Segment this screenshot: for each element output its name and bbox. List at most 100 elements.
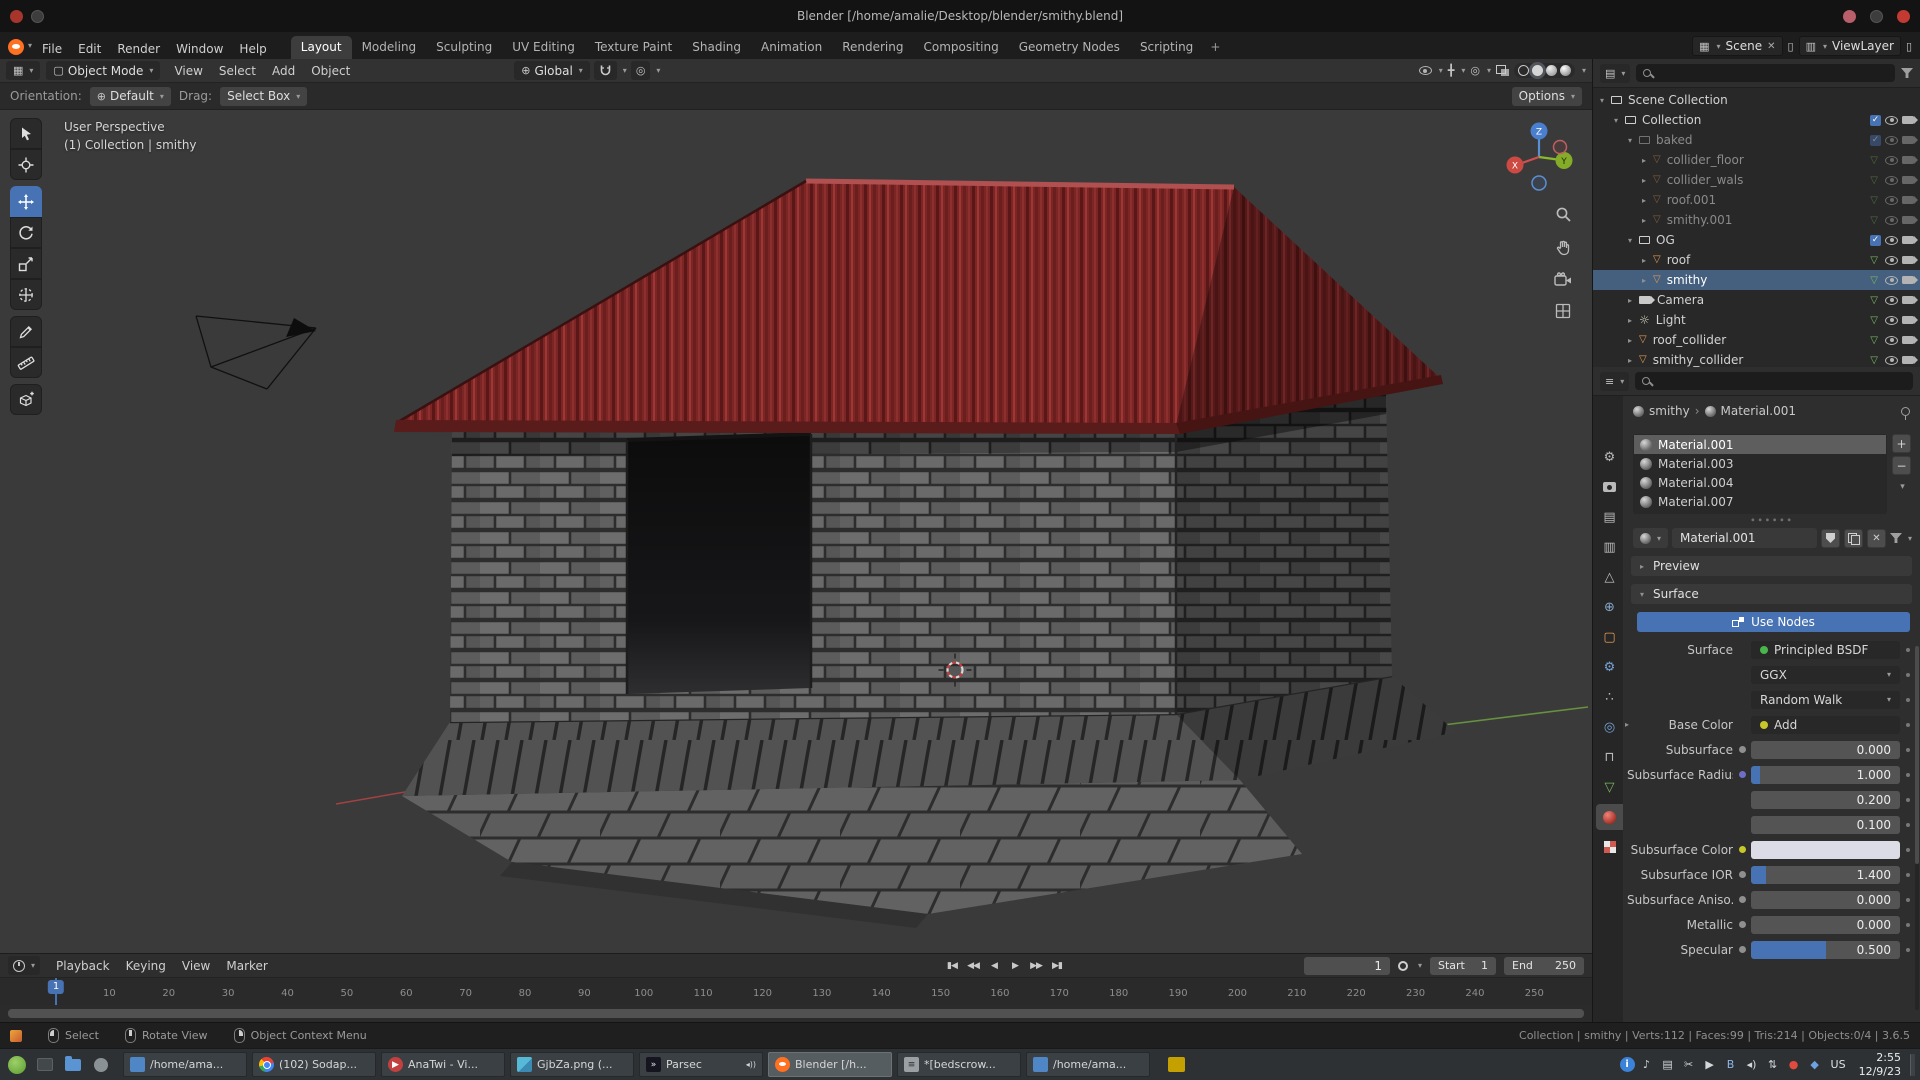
taskbar-window-bedscrow[interactable]: ≡*[bedscrow... [897, 1052, 1021, 1077]
outliner-row-smithy[interactable]: ▸▽smithy▽ [1593, 270, 1920, 290]
remove-slot-button[interactable]: − [1892, 456, 1911, 475]
visibility-eye-icon[interactable] [1419, 66, 1432, 75]
outliner-row-light[interactable]: ▸☼Light▽ [1593, 310, 1920, 330]
disclosure-right-icon[interactable]: ▸ [1639, 156, 1649, 165]
current-frame-field[interactable]: 1 [1304, 957, 1390, 975]
property-field[interactable]: 0.000 [1751, 891, 1900, 909]
hide-in-viewport-eye-icon[interactable] [1885, 356, 1898, 365]
outliner-editor-type-button[interactable]: ▤ ▾ [1600, 64, 1630, 83]
taskbar-window-parsec[interactable]: »Parsec◂)) [639, 1052, 763, 1077]
chevron-down-icon[interactable]: ▾ [1418, 961, 1422, 970]
frame-start-field[interactable]: Start 1 [1430, 957, 1496, 975]
disclosure-right-icon[interactable]: ▸ [1625, 316, 1635, 325]
filter-icon[interactable] [1901, 68, 1913, 78]
close-button[interactable] [1897, 10, 1910, 23]
hide-in-viewport-eye-icon[interactable] [1885, 116, 1898, 125]
workspace-tab-texture-paint[interactable]: Texture Paint [585, 36, 682, 59]
scene-browse-icon[interactable]: ▦ [1699, 41, 1709, 52]
workspace-tab-rendering[interactable]: Rendering [832, 36, 913, 59]
tool-select-box-button[interactable] [10, 118, 42, 149]
network-tray-icon[interactable]: ⇅ [1764, 1058, 1782, 1071]
disable-in-renders-icon[interactable] [1902, 256, 1914, 264]
property-field[interactable]: 1.400 [1751, 866, 1900, 884]
properties-tab-scene[interactable]: △ [1596, 564, 1623, 590]
hide-in-viewport-eye-icon[interactable] [1885, 196, 1898, 205]
base-color-link-field[interactable]: Add [1751, 716, 1900, 734]
properties-tab-world[interactable]: ⊕ [1596, 594, 1623, 620]
timeline-menu-playback[interactable]: Playback [48, 956, 118, 976]
overlays-icon[interactable]: ◎ [1470, 65, 1480, 76]
record-tray-icon[interactable]: ● [1785, 1058, 1803, 1071]
taskbar-window-gjbza-png[interactable]: GjbZa.png (... [510, 1052, 634, 1077]
options-dropdown[interactable]: Options ▾ [1512, 87, 1582, 106]
pan-hand-icon[interactable] [1555, 239, 1572, 259]
shading-solid-button[interactable] [1532, 65, 1543, 76]
taskbar-window-blender-h[interactable]: Blender [/h... [768, 1052, 892, 1077]
breadcrumb-material[interactable]: Material.001 [1721, 404, 1796, 418]
taskbar-window-anatwi-vi[interactable]: ▶AnaTwi - Vi... [381, 1052, 505, 1077]
workspace-add-tab[interactable]: + [1203, 36, 1227, 59]
scene-selector[interactable]: ▦ ▾ Scene ✕ [1692, 36, 1782, 56]
material-slot-material-007[interactable]: Material.007 [1634, 492, 1886, 511]
disable-in-renders-icon[interactable] [1902, 136, 1914, 144]
property-field[interactable]: 0.500 [1751, 941, 1900, 959]
disable-in-renders-icon[interactable] [1902, 156, 1914, 164]
frame-end-field[interactable]: End 250 [1504, 957, 1584, 975]
outliner-row-collection[interactable]: ▾Collection [1593, 110, 1920, 130]
hide-in-viewport-eye-icon[interactable] [1885, 336, 1898, 345]
jump-to-end-icon[interactable]: ▶▮ [1048, 957, 1066, 974]
decorator-dot[interactable] [1906, 673, 1910, 677]
timeline-menu-keying[interactable]: Keying [118, 956, 174, 976]
property-field[interactable]: 0.200 [1751, 791, 1900, 809]
zoom-icon[interactable] [1555, 206, 1572, 226]
outliner-row-smithy-collider[interactable]: ▸▽smithy_collider▽ [1593, 350, 1920, 367]
workspace-tab-layout[interactable]: Layout [291, 36, 352, 59]
hide-in-viewport-eye-icon[interactable] [1885, 156, 1898, 165]
taskbar-window-102-sodap[interactable]: (102) Sodap... [252, 1052, 376, 1077]
scrollbar-handle[interactable] [8, 1009, 1584, 1018]
disclosure-down-icon[interactable]: ▾ [1597, 96, 1607, 105]
properties-tab-constraints[interactable]: ⊓ [1596, 744, 1623, 770]
mode-dropdown[interactable]: ▢ Object Mode ▾ [46, 61, 160, 80]
outliner-row-roof-collider[interactable]: ▸▽roof_collider▽ [1593, 330, 1920, 350]
use-nodes-button[interactable]: Use Nodes [1637, 612, 1910, 632]
keyboard-layout-indicator[interactable]: US [1827, 1058, 1850, 1071]
duplicate-material-icon[interactable] [1844, 529, 1863, 548]
taskbar-window-home-ama[interactable]: /home/ama... [123, 1052, 247, 1077]
chevron-down-icon[interactable]: ▾ [1439, 66, 1443, 75]
disclosure-down-icon[interactable]: ▾ [1611, 116, 1621, 125]
disable-in-renders-icon[interactable] [1902, 336, 1914, 344]
collection-checkbox[interactable] [1870, 235, 1881, 246]
properties-tab-texture[interactable] [1596, 834, 1623, 860]
decorator-dot[interactable] [1906, 723, 1910, 727]
outliner-row-collider-floor[interactable]: ▸▽collider_floor▽ [1593, 150, 1920, 170]
proportional-editing-toggle[interactable]: ◎ [631, 61, 651, 80]
smithy-building[interactable] [394, 181, 1456, 928]
fake-user-shield-icon[interactable] [1821, 529, 1840, 548]
disable-in-renders-icon[interactable] [1902, 116, 1914, 124]
material-browse-dropdown[interactable]: ▾ [1633, 528, 1668, 548]
material-slot-material-004[interactable]: Material.004 [1634, 473, 1886, 492]
workspace-tab-compositing[interactable]: Compositing [913, 36, 1008, 59]
start-menu-button[interactable] [5, 1053, 29, 1077]
disclosure-down-icon[interactable]: ▾ [1625, 136, 1635, 145]
disable-in-renders-icon[interactable] [1902, 356, 1914, 364]
disable-in-renders-icon[interactable] [1902, 316, 1914, 324]
gizmo-negative-z-axis[interactable] [1532, 176, 1546, 190]
info-tray-icon[interactable]: i [1620, 1057, 1635, 1072]
viewlayer-selector[interactable]: ▥ ▾ ViewLayer [1799, 36, 1901, 56]
timeline-ruler[interactable]: 1 10203040506070809010011012013014015016… [0, 977, 1592, 1005]
properties-tab-particles[interactable]: ∴ [1596, 684, 1623, 710]
disable-in-renders-icon[interactable] [1902, 216, 1914, 224]
play-tray-icon[interactable]: ▶ [1701, 1058, 1719, 1071]
properties-tab-tool[interactable]: ⚙ [1596, 444, 1623, 470]
menu-window[interactable]: Window [168, 39, 231, 59]
bluetooth-tray-icon[interactable]: B [1722, 1058, 1740, 1071]
disclosure-right-icon[interactable]: ▸ [1625, 296, 1635, 305]
outliner-search-input[interactable] [1636, 64, 1895, 82]
preview-panel-header[interactable]: ▸ Preview [1631, 556, 1912, 576]
material-name-field[interactable]: Material.001 [1672, 528, 1817, 548]
shading-wireframe-button[interactable] [1518, 65, 1529, 76]
volume-tray-icon[interactable]: ◂) [1743, 1058, 1761, 1071]
disclosure-right-icon[interactable]: ▸ [1639, 256, 1649, 265]
